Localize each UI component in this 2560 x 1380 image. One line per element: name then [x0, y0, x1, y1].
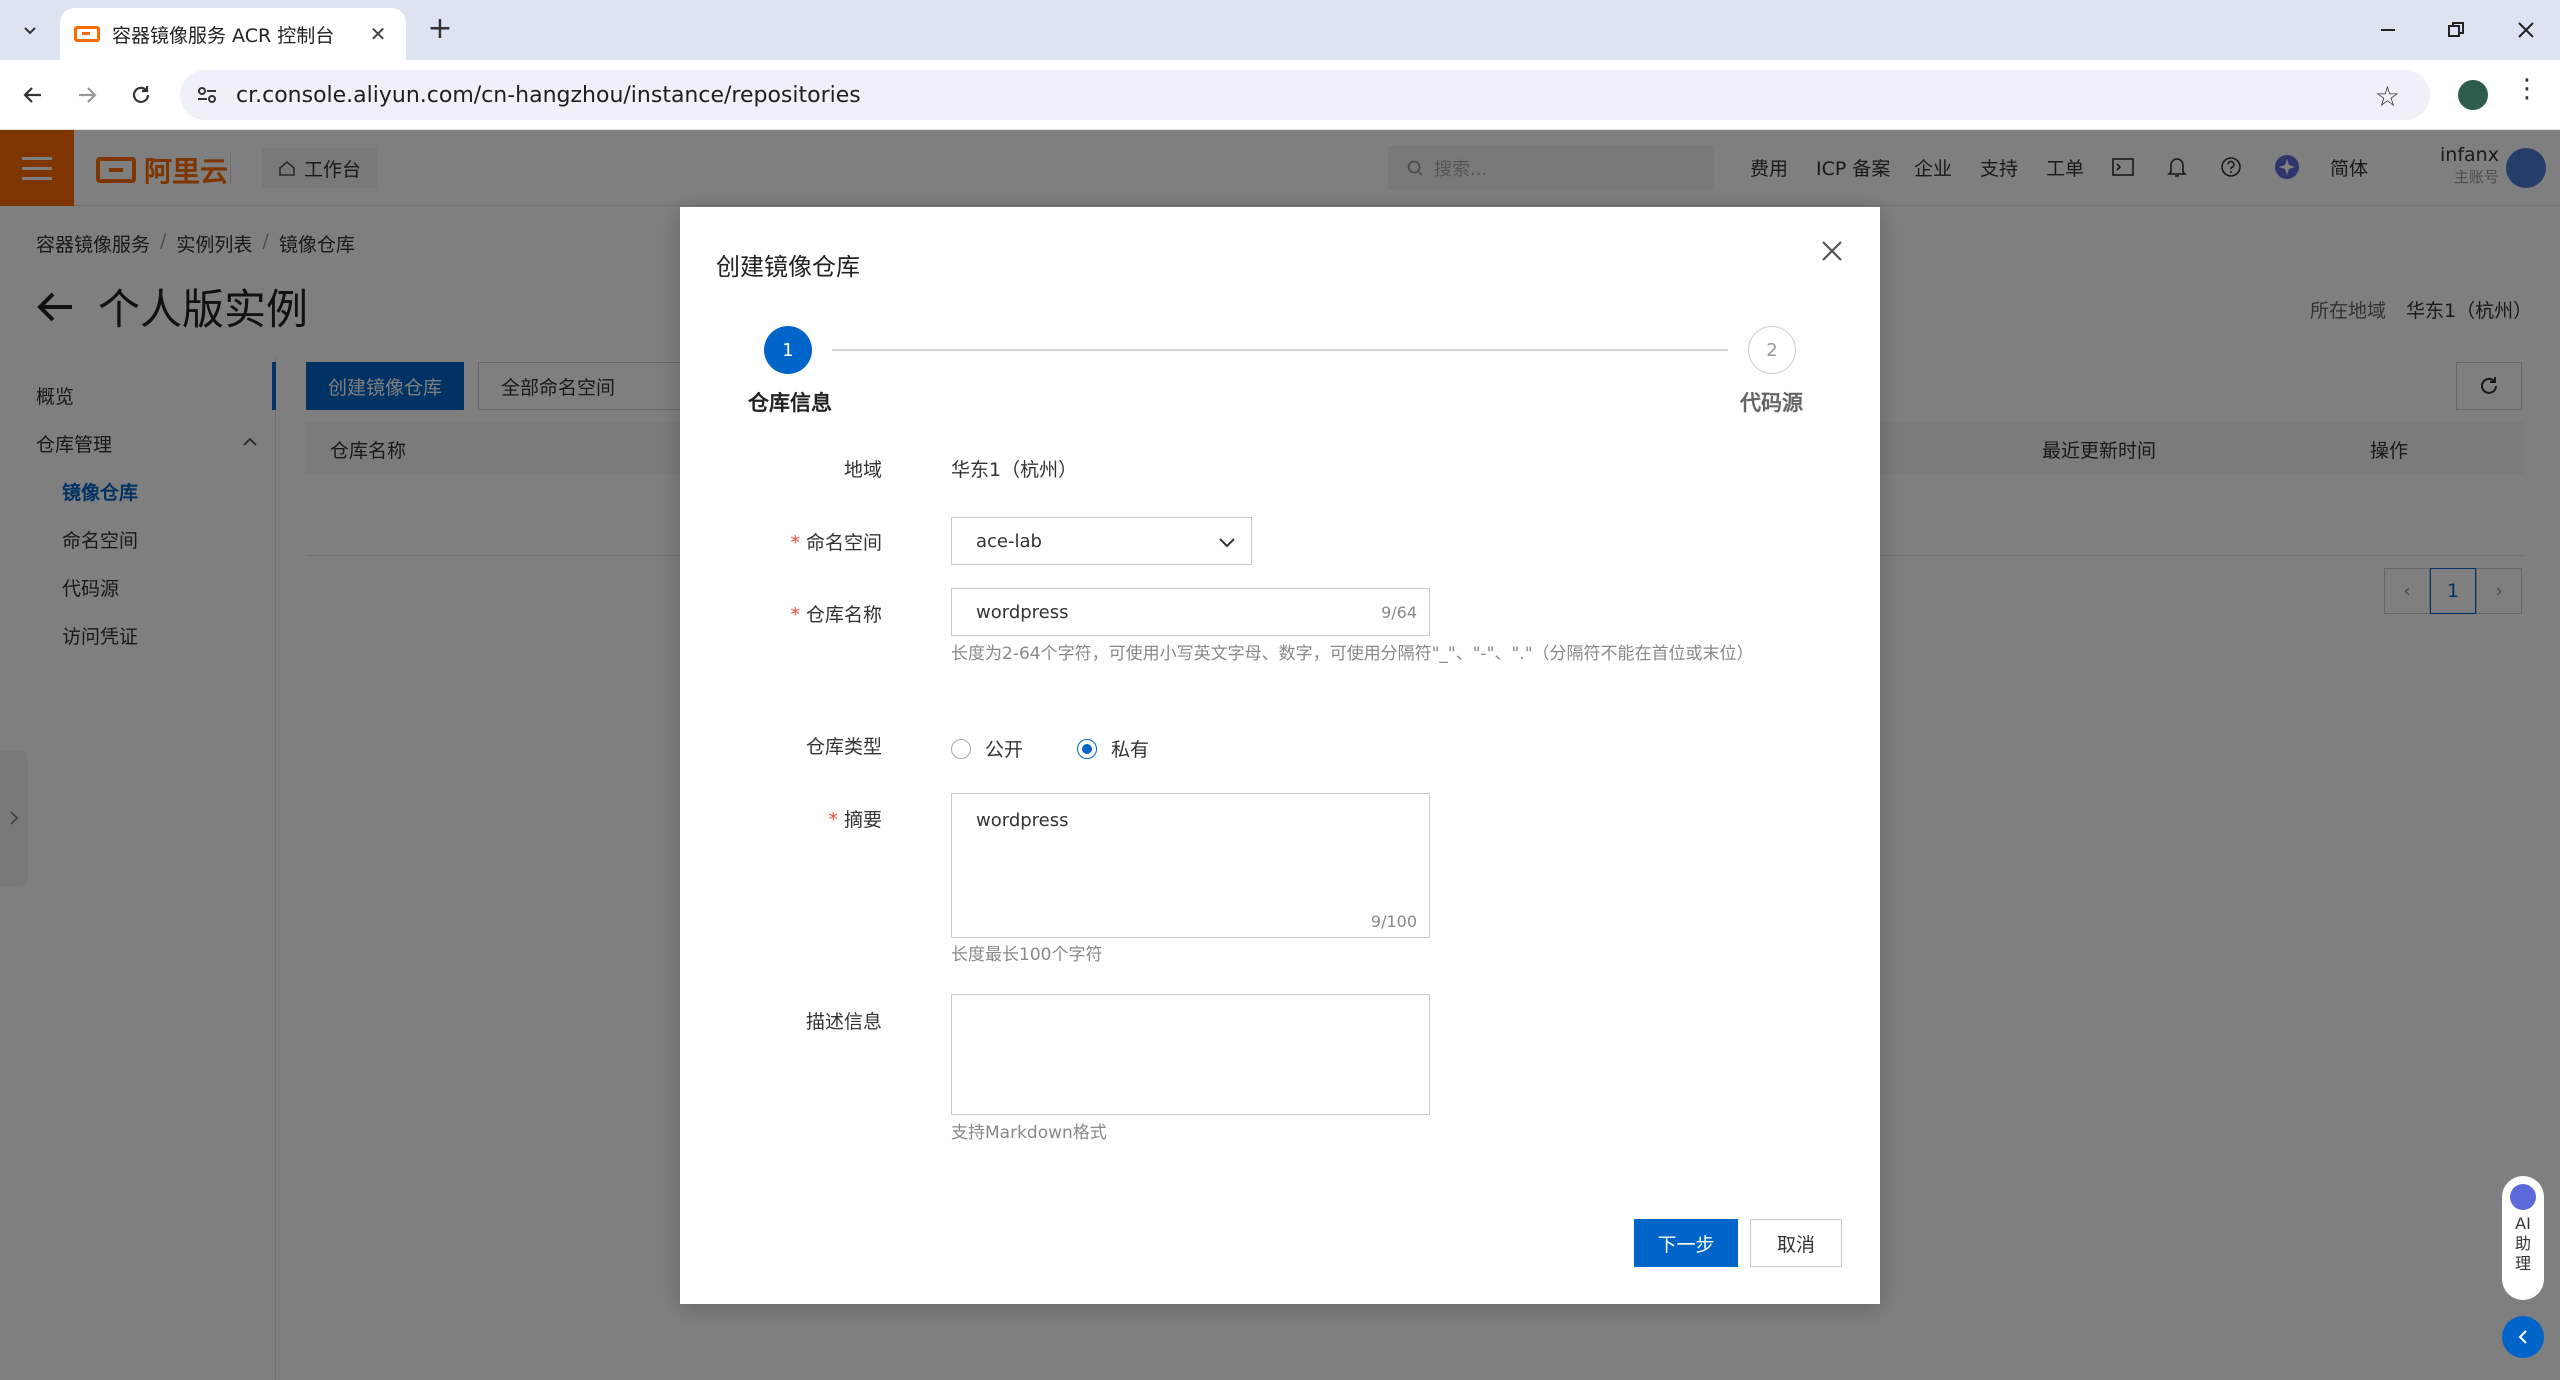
repo-name-counter: 9/64	[1381, 603, 1417, 622]
radio-public-label[interactable]: 公开	[985, 735, 1023, 762]
ai-assistant-float[interactable]: AI 助 理	[2502, 1176, 2544, 1300]
cancel-button[interactable]: 取消	[1750, 1219, 1842, 1267]
browser-profile-avatar[interactable]	[2458, 80, 2488, 110]
chevron-down-icon	[24, 27, 36, 35]
radio-private[interactable]	[1077, 738, 1098, 759]
bookmark-star-icon[interactable]: ☆	[2375, 80, 2400, 113]
aliyun-favicon-icon	[74, 26, 100, 42]
new-tab-button[interactable]: +	[422, 12, 458, 48]
step-2-indicator: 2	[1748, 326, 1796, 374]
minimize-window-icon[interactable]	[2368, 10, 2408, 50]
namespace-selected-value: ace-lab	[976, 530, 1042, 552]
site-settings-icon[interactable]	[192, 80, 222, 110]
tab-title: 容器镜像服务 ACR 控制台	[112, 24, 335, 47]
restore-window-icon[interactable]	[2436, 10, 2476, 50]
url-field[interactable]: cr.console.aliyun.com/cn-hangzhou/instan…	[180, 70, 2430, 120]
tab-close-icon[interactable]: ✕	[364, 22, 392, 46]
modal-title: 创建镜像仓库	[716, 253, 860, 281]
browser-addressbar: cr.console.aliyun.com/cn-hangzhou/instan…	[0, 60, 2560, 130]
ai-label-line: 理	[2514, 1254, 2531, 1273]
browser-menu-icon[interactable]: ⋮	[2514, 74, 2540, 104]
ai-collapse-button[interactable]	[2502, 1316, 2544, 1358]
close-icon[interactable]	[1814, 233, 1850, 269]
radio-private-label[interactable]: 私有	[1111, 735, 1149, 762]
region-field-label: 地域	[843, 459, 882, 481]
next-step-button[interactable]: 下一步	[1634, 1219, 1738, 1267]
description-field-label: 描述信息	[805, 1011, 882, 1033]
browser-tab-active[interactable]: 容器镜像服务 ACR 控制台 ✕	[60, 8, 406, 60]
reload-icon[interactable]	[122, 76, 160, 114]
namespace-field-label: * 命名空间	[790, 532, 882, 554]
forward-arrow-icon[interactable]	[68, 76, 106, 114]
repo-name-field-label: * 仓库名称	[790, 604, 882, 626]
repo-name-value: wordpress	[976, 601, 1069, 623]
step-2-label: 代码源	[1740, 391, 1803, 415]
chevron-left-icon	[2518, 1330, 2527, 1344]
repo-name-input[interactable]: wordpress 9/64	[951, 588, 1430, 636]
repo-name-hint: 长度为2-64个字符，可使用小写英文字母、数字，可使用分隔符"_"、"-"、".…	[951, 644, 1754, 664]
tab-search-dropdown[interactable]	[14, 14, 46, 46]
step-1-label: 仓库信息	[748, 391, 832, 415]
ai-label-line: 助	[2514, 1234, 2531, 1253]
create-repo-modal: 创建镜像仓库 1 2 仓库信息 代码源 地域 华东1（杭州） * 命名空间 ace…	[680, 207, 1880, 1304]
summary-field-label: * 摘要	[828, 809, 882, 831]
step-connector	[832, 349, 1728, 351]
radio-public[interactable]	[951, 738, 971, 759]
browser-tabbar: 容器镜像服务 ACR 控制台 ✕ +	[0, 0, 2560, 60]
description-hint: 支持Markdown格式	[951, 1123, 1107, 1143]
description-textarea[interactable]	[951, 994, 1430, 1115]
url-text: cr.console.aliyun.com/cn-hangzhou/instan…	[236, 82, 861, 108]
summary-textarea[interactable]: wordpress 9/100	[951, 793, 1430, 938]
region-field-value: 华东1（杭州）	[951, 459, 1078, 481]
chevron-down-icon	[1219, 538, 1235, 548]
step-1-indicator: 1	[764, 326, 812, 374]
summary-value: wordpress	[976, 810, 1069, 831]
summary-counter: 9/100	[1370, 912, 1417, 931]
ai-label-line: AI	[2515, 1214, 2531, 1233]
namespace-select[interactable]: ace-lab	[951, 517, 1252, 565]
ai-logo-icon	[2510, 1184, 2536, 1210]
back-arrow-icon[interactable]	[14, 76, 52, 114]
close-window-icon[interactable]	[2506, 10, 2546, 50]
repo-type-radio-group: 公开 私有	[951, 735, 1149, 762]
repo-type-field-label: 仓库类型	[805, 736, 882, 758]
summary-hint: 长度最长100个字符	[951, 945, 1103, 965]
